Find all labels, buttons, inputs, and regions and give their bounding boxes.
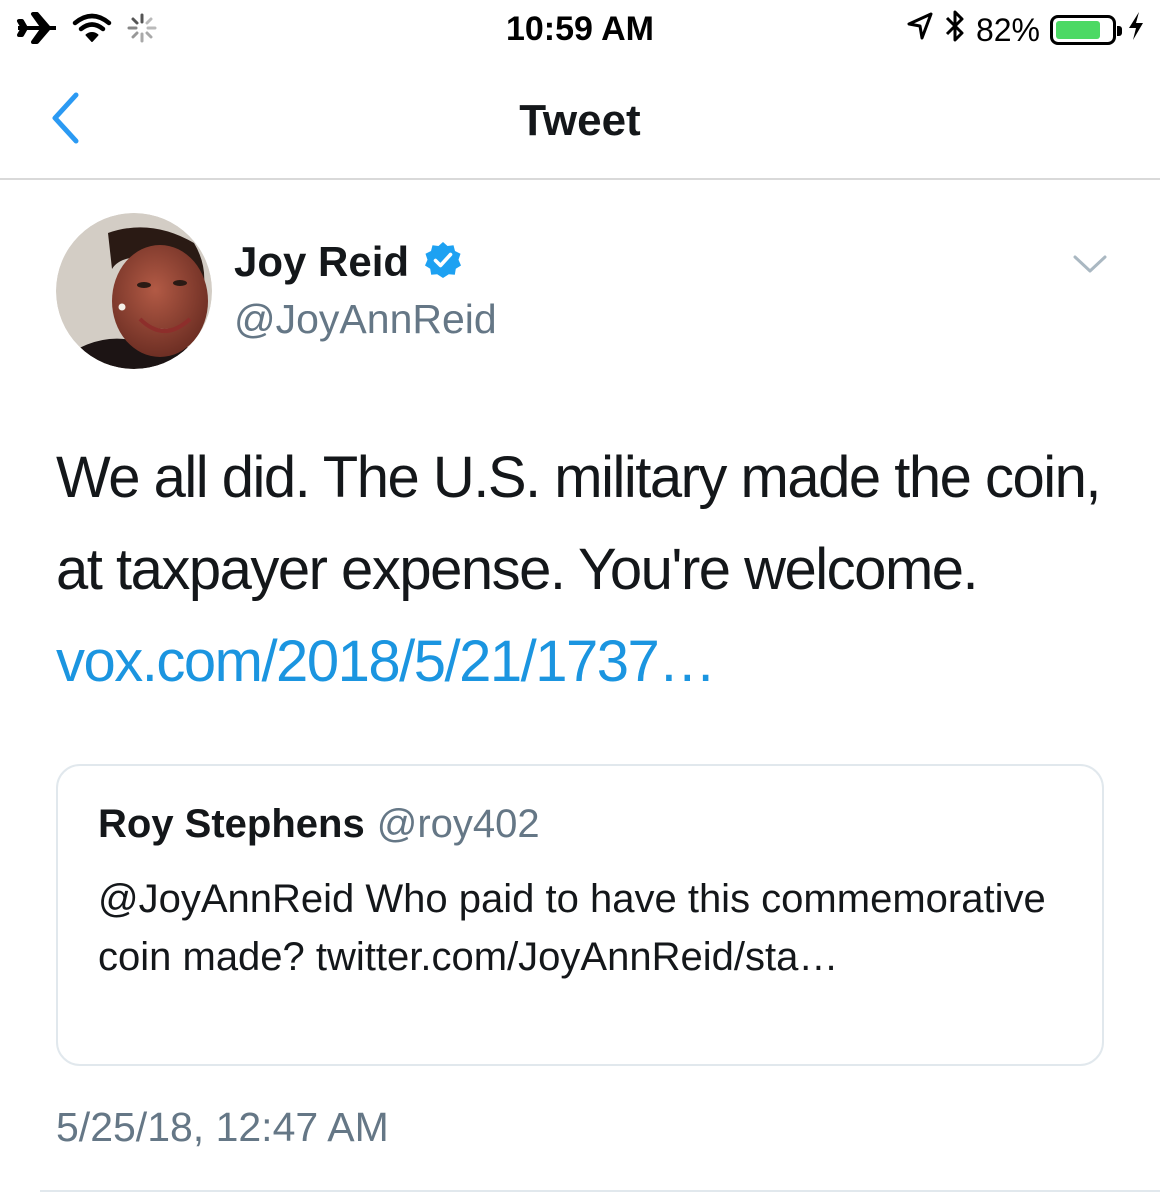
more-options-button[interactable] bbox=[1070, 250, 1110, 282]
tweet-text-body: We all did. The U.S. military made the c… bbox=[56, 445, 1102, 602]
status-right-icons: 82% bbox=[906, 8, 1146, 52]
bluetooth-icon bbox=[944, 9, 966, 51]
tweet-timestamp: 5/25/18, 12:47 AM bbox=[56, 1104, 389, 1150]
quoted-tweet-card[interactable]: Roy Stephens @roy402 @JoyAnnReid Who paid… bbox=[56, 764, 1104, 1066]
charging-bolt-icon bbox=[1126, 10, 1146, 50]
quoted-author-name: Roy Stephens bbox=[98, 802, 365, 846]
author-handle[interactable]: @JoyAnnReid bbox=[234, 296, 497, 343]
page-title: Tweet bbox=[519, 96, 641, 145]
battery-icon bbox=[1050, 15, 1122, 45]
location-arrow-icon bbox=[906, 11, 934, 49]
quoted-author-handle: @roy402 bbox=[376, 802, 540, 846]
quoted-tweet-text: @JoyAnnReid Who paid to have this commem… bbox=[98, 877, 1046, 979]
chevron-down-icon bbox=[1072, 254, 1108, 279]
divider bbox=[40, 1190, 1160, 1192]
author-name[interactable]: Joy Reid bbox=[234, 238, 409, 286]
battery-cap bbox=[1117, 26, 1122, 36]
tweet-link[interactable]: vox.com/2018/5/21/1737… bbox=[56, 629, 716, 694]
nav-bar: Tweet bbox=[0, 60, 1160, 180]
status-bar: 10:59 AM 82% bbox=[0, 0, 1160, 60]
author-block: Joy Reid @JoyAnnReid bbox=[234, 234, 497, 343]
author-name-row: Joy Reid bbox=[234, 234, 497, 290]
avatar[interactable] bbox=[56, 213, 212, 369]
tweet-text: We all did. The U.S. military made the c… bbox=[56, 432, 1116, 708]
battery-level-fill bbox=[1056, 21, 1101, 39]
verified-badge-icon bbox=[423, 240, 463, 285]
avatar-photo bbox=[56, 213, 212, 369]
battery-percent: 82% bbox=[975, 11, 1040, 48]
quoted-tweet-header: Roy Stephens @roy402 bbox=[98, 802, 540, 847]
